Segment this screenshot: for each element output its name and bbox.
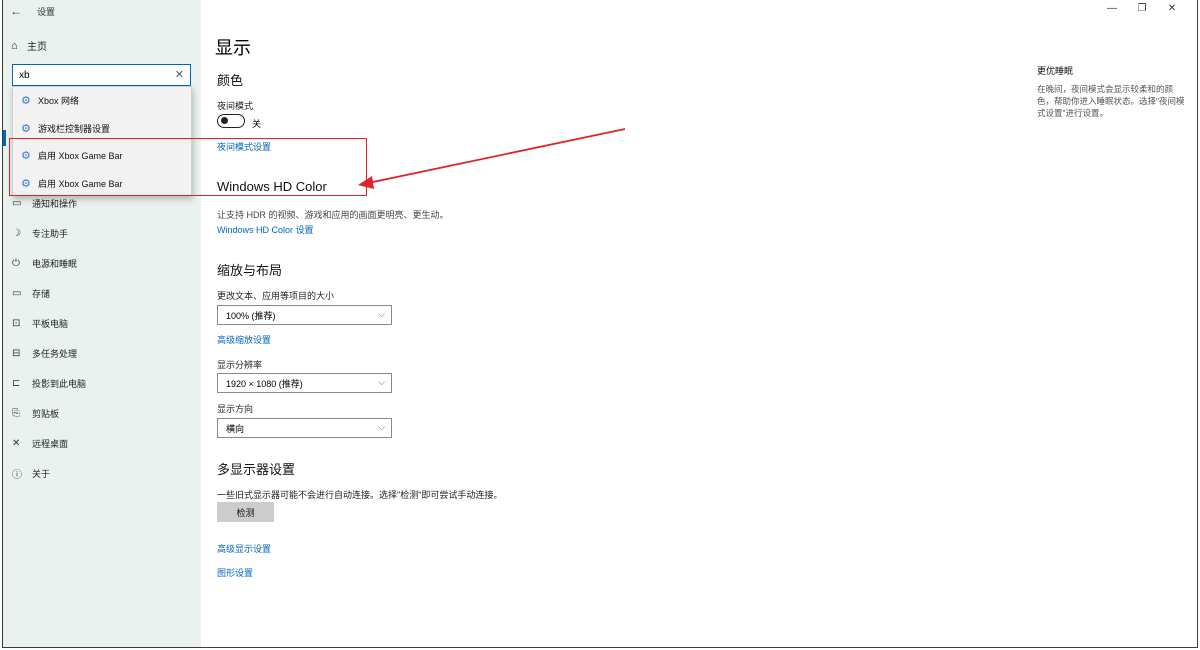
sidebar-item-label: 通知和操作 <box>32 198 78 209</box>
resolution-value: 1920 × 1080 (推荐) <box>226 378 303 389</box>
night-mode-toggle[interactable] <box>217 114 245 128</box>
sidebar-item-projecting[interactable]: ⊏ 投影到此电脑 <box>3 368 201 398</box>
search-box[interactable]: ✕ <box>12 64 191 86</box>
sidebar-item-remote-desktop[interactable]: ✕ 远程桌面 <box>3 428 201 458</box>
main-content: 显示 颜色 夜间模式 关 夜间模式设置 Windows HD Color 让支持… <box>215 0 1015 647</box>
window-controls: — ❐ ✕ <box>1097 0 1187 20</box>
clear-icon[interactable]: ✕ <box>175 68 184 81</box>
suggestion-item[interactable]: ⚙ Xbox 网络 <box>13 87 191 115</box>
info-icon: ⓘ <box>12 469 22 481</box>
advanced-scaling-link[interactable]: 高级缩放设置 <box>217 333 271 346</box>
toggle-knob <box>221 117 228 124</box>
detect-button[interactable]: 检测 <box>217 502 274 522</box>
home-icon: ⌂ <box>11 39 18 52</box>
maximize-button[interactable]: ❐ <box>1127 0 1157 20</box>
search-input[interactable] <box>19 69 169 81</box>
scale-select[interactable]: 100% (推荐) ⌵ <box>217 305 392 325</box>
gear-icon: ⚙ <box>21 95 31 108</box>
suggestion-label: Xbox 网络 <box>38 96 80 107</box>
night-mode-label: 夜间模式 <box>217 101 254 111</box>
chevron-down-icon: ⌵ <box>378 422 385 432</box>
multitasking-icon: ⊟ <box>12 347 21 359</box>
sidebar-nav: ▭ 通知和操作 ☽ 专注助手 ⏻ 电源和睡眠 ▭ 存储 ⊡ 平板电脑 ⊟ 多任务… <box>3 188 201 488</box>
sidebar-item-label: 关于 <box>32 468 51 479</box>
back-arrow-icon[interactable]: ← <box>3 0 29 22</box>
sidebar-item-label: 平板电脑 <box>32 318 69 329</box>
sidebar-item-label: 远程桌面 <box>32 438 69 449</box>
sidebar-item-label: 多任务处理 <box>32 348 78 359</box>
close-button[interactable]: ✕ <box>1157 0 1187 20</box>
scale-label: 更改文本、应用等项目的大小 <box>217 291 335 301</box>
notifications-icon: ▭ <box>12 197 22 209</box>
sidebar-item-storage[interactable]: ▭ 存储 <box>3 278 201 308</box>
scale-heading: 缩放与布局 <box>217 263 283 278</box>
sidebar-item-label: 投影到此电脑 <box>32 378 87 389</box>
app-title: 设置 <box>37 6 56 17</box>
hdr-description: 让支持 HDR 的视频、游戏和应用的画面更明亮、更生动。 <box>217 210 449 220</box>
resolution-select[interactable]: 1920 × 1080 (推荐) ⌵ <box>217 373 392 393</box>
multi-display-description: 一些旧式显示器可能不会进行自动连接。选择"检测"即可尝试手动连接。 <box>217 490 503 500</box>
sidebar-item-tablet[interactable]: ⊡ 平板电脑 <box>3 308 201 338</box>
advanced-display-link[interactable]: 高级显示设置 <box>217 542 271 555</box>
page-title: 显示 <box>215 38 251 58</box>
tablet-icon: ⊡ <box>12 317 21 329</box>
orientation-label: 显示方向 <box>217 404 254 414</box>
orientation-select[interactable]: 横向 ⌵ <box>217 418 392 438</box>
sidebar-item-focus-assist[interactable]: ☽ 专注助手 <box>3 218 201 248</box>
minimize-button[interactable]: — <box>1097 0 1127 20</box>
home-label: 主页 <box>27 42 47 53</box>
hdr-settings-link[interactable]: Windows HD Color 设置 <box>217 223 314 236</box>
chevron-down-icon: ⌵ <box>378 377 385 387</box>
multi-display-heading: 多显示器设置 <box>217 462 296 477</box>
resolution-label: 显示分辨率 <box>217 360 263 370</box>
power-icon: ⏻ <box>12 257 20 269</box>
titlebar: ← 设置 <box>3 0 55 22</box>
sidebar-item-label: 存储 <box>32 288 51 299</box>
sidebar-item-label: 专注助手 <box>32 228 69 239</box>
scale-value: 100% (推荐) <box>226 310 276 321</box>
selected-indicator <box>3 130 6 146</box>
sidebar-item-label: 电源和睡眠 <box>32 258 78 269</box>
sidebar-item-multitasking[interactable]: ⊟ 多任务处理 <box>3 338 201 368</box>
tip-text: 在晚间，夜间模式会显示较柔和的颜色，帮助你进入睡眠状态。选择"夜间模式设置"进行… <box>1037 84 1185 118</box>
remote-desktop-icon: ✕ <box>12 437 21 449</box>
clipboard-icon: ⎘ <box>12 407 20 419</box>
sidebar-item-clipboard[interactable]: ⎘ 剪贴板 <box>3 398 201 428</box>
annotation-highlight-box <box>9 138 367 196</box>
projecting-icon: ⊏ <box>12 377 21 389</box>
storage-icon: ▭ <box>12 287 22 299</box>
sidebar-item-home[interactable]: ⌂ 主页 <box>11 38 47 54</box>
color-heading: 颜色 <box>217 73 244 88</box>
sidebar-item-about[interactable]: ⓘ 关于 <box>3 458 201 488</box>
suggestion-label: 游戏栏控制器设置 <box>38 123 111 134</box>
sidebar: ← 设置 ⌂ 主页 ✕ ▭ 通知和操作 ☽ 专注助手 ⏻ 电源和睡眠 <box>3 0 201 647</box>
tip-title: 更优睡眠 <box>1037 66 1074 76</box>
settings-window: ← 设置 ⌂ 主页 ✕ ▭ 通知和操作 ☽ 专注助手 ⏻ 电源和睡眠 <box>2 0 1198 648</box>
orientation-value: 横向 <box>226 423 245 434</box>
side-tip: 更优睡眠 在晚间，夜间模式会显示较柔和的颜色，帮助你进入睡眠状态。选择"夜间模式… <box>1037 64 1187 119</box>
night-mode-state: 关 <box>252 119 262 129</box>
graphics-settings-link[interactable]: 图形设置 <box>217 566 253 579</box>
chevron-down-icon: ⌵ <box>378 309 385 319</box>
sidebar-item-power[interactable]: ⏻ 电源和睡眠 <box>3 248 201 278</box>
gear-icon: ⚙ <box>21 122 31 135</box>
moon-icon: ☽ <box>12 227 21 239</box>
sidebar-item-label: 剪贴板 <box>32 408 60 419</box>
